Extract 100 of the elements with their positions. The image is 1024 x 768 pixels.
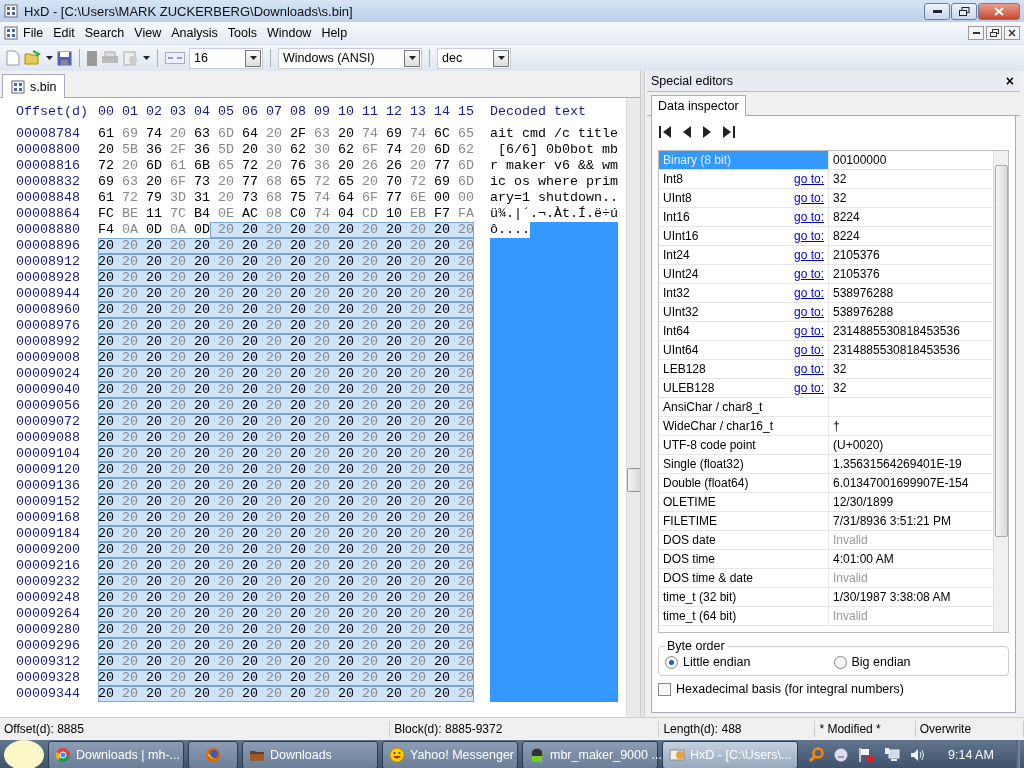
bytes-per-row-dropdown[interactable]: 16 <box>189 47 263 69</box>
hex-bytes: 20 5B 36 2F 36 5D 20 30 62 30 62 6F 74 20 6D 62 <box>98 142 474 158</box>
column-header: 13 <box>409 104 426 121</box>
inspector-row-label[interactable]: UInt8 go to: <box>659 189 829 207</box>
inspector-row-label[interactable]: Int64 go to: <box>659 322 829 340</box>
first-button[interactable] <box>658 124 672 140</box>
inspector-row-label[interactable]: Int16 go to: <box>659 208 829 226</box>
menu-item[interactable]: File <box>18 24 49 42</box>
inspector-row-label[interactable]: DOS time & date <box>659 569 829 587</box>
menu-item[interactable]: Window <box>261 24 317 42</box>
next-button[interactable] <box>702 124 712 140</box>
inspector-row-label[interactable]: DOS date <box>659 531 829 549</box>
restore-button[interactable] <box>986 26 1002 40</box>
go-to-link[interactable]: go to: <box>793 286 828 300</box>
clock[interactable]: 9:14 AM <box>936 748 1006 762</box>
go-to-link[interactable]: go to: <box>793 267 828 281</box>
inspector-value: Invalid <box>832 570 869 587</box>
checkbox[interactable] <box>658 682 671 696</box>
hex-bytes: 20 20 20 20 20 20 20 20 20 20 20 20 20 20 20 20 <box>98 542 474 558</box>
inspector-row-label[interactable]: UTF-8 code point <box>659 436 829 454</box>
restore-button[interactable] <box>951 2 977 20</box>
menu-item[interactable]: Tools <box>222 24 262 42</box>
inspector-row-label[interactable]: time_t (32 bit) <box>659 588 829 606</box>
offset-label: 00008816 <box>15 158 81 174</box>
save-icon[interactable] <box>57 50 72 66</box>
speaker-icon[interactable] <box>910 747 926 763</box>
radio-button[interactable]: Big endian <box>833 655 1002 669</box>
inspector-value: 32 <box>832 190 848 207</box>
radio-icon[interactable] <box>833 655 847 669</box>
go-to-link[interactable]: go to: <box>793 305 828 319</box>
go-to-link[interactable]: go to: <box>793 229 828 243</box>
inspector-row-label[interactable]: Int8 go to: <box>659 170 829 188</box>
go-to-link[interactable]: go to: <box>793 191 828 205</box>
caret-icon <box>497 56 505 60</box>
inspector-row-label[interactable]: FILETIME <box>659 512 829 530</box>
taskbar-button[interactable] <box>188 741 238 768</box>
magnifier-icon[interactable] <box>808 747 824 763</box>
inspector-value: 32 <box>832 361 848 378</box>
inspector-row-label[interactable]: LEB128 go to: <box>659 360 829 378</box>
go-to-link[interactable]: go to: <box>793 381 828 395</box>
inspector-row-label[interactable]: OLETIME <box>659 493 829 511</box>
inspector-row-label[interactable]: ULEB128 go to: <box>659 379 829 397</box>
go-to-link[interactable]: go to: <box>793 248 828 262</box>
close-button[interactable]: × <box>1003 73 1016 89</box>
last-button[interactable] <box>722 124 736 140</box>
panel-tab[interactable]: Data inspector <box>651 95 746 116</box>
menu-item[interactable]: Edit <box>48 24 80 42</box>
flag-icon[interactable] <box>858 747 874 763</box>
start-button[interactable] <box>4 740 44 768</box>
inspector-row-label[interactable]: Int32 go to: <box>659 284 829 302</box>
inspector-row-label[interactable]: Single (float32) <box>659 455 829 473</box>
menu-item[interactable]: Analysis <box>166 24 223 42</box>
inspector-row-label[interactable]: DOS time <box>659 550 829 568</box>
column-header: 11 <box>361 104 378 121</box>
hex-bytes: 20 20 20 20 20 20 20 20 20 20 20 20 20 20 20 20 <box>98 478 474 494</box>
inspector-row-label[interactable]: AnsiChar / char8_t <box>659 398 829 416</box>
status-field: Overwrite <box>915 721 1024 737</box>
inspector-row-label[interactable]: time_t (64 bit) <box>659 607 829 625</box>
offset-base-dropdown[interactable]: dec <box>437 47 511 69</box>
column-header: 15 <box>457 104 474 121</box>
hex-bytes: 61 72 79 3D 31 20 73 68 75 74 64 6F 77 6E 00 00 <box>98 190 474 206</box>
document-tab[interactable]: s.bin <box>2 74 66 98</box>
inspector-row-label[interactable]: UInt24 go to: <box>659 265 829 283</box>
minimize-button[interactable] <box>968 26 984 40</box>
hex-bytes: F4 0A 0D 0A 0D <box>98 222 210 238</box>
smiley-icon[interactable] <box>834 748 848 762</box>
go-to-link[interactable]: go to: <box>793 172 828 186</box>
inspector-row-label[interactable]: Double (float64) <box>659 474 829 492</box>
go-to-link[interactable]: go to: <box>793 343 828 357</box>
inspector-value: † <box>832 418 841 435</box>
hex-bytes: 20 20 20 20 20 20 20 20 20 20 20 20 20 20 20 20 <box>98 318 474 334</box>
menu-item[interactable]: View <box>129 24 167 42</box>
inspector-row-label[interactable]: Int24 go to: <box>659 246 829 264</box>
go-to-link[interactable]: go to: <box>793 324 828 338</box>
hex-bytes: 61 69 74 20 63 6D 64 20 2F 63 20 74 69 74 6C 65 <box>98 126 474 142</box>
go-to-link[interactable]: go to: <box>793 210 828 224</box>
menu-item[interactable]: Search <box>79 24 130 42</box>
go-to-link[interactable]: go to: <box>793 362 828 376</box>
minimize-button[interactable] <box>924 2 950 20</box>
inspector-value: (U+0020) <box>832 437 885 454</box>
radio-icon[interactable] <box>665 655 678 669</box>
radio-button[interactable]: Little endian <box>665 655 834 669</box>
close-button[interactable] <box>1004 26 1020 40</box>
hex-bytes: 20 20 20 20 20 20 20 20 20 20 20 20 20 20 20 20 <box>98 510 474 526</box>
network-icon[interactable] <box>884 747 900 763</box>
scrollbar[interactable] <box>626 98 640 717</box>
inspector-row-label[interactable]: WideChar / char16_t <box>659 417 829 435</box>
charset-dropdown[interactable]: Windows (ANSI) <box>278 47 422 69</box>
menu-item[interactable]: Help <box>316 24 353 42</box>
inspector-value: 538976288 <box>832 304 895 321</box>
page-icon[interactable] <box>87 50 97 66</box>
caret-icon <box>408 56 416 60</box>
previous-button[interactable] <box>682 124 692 140</box>
column-header: 00 <box>98 104 114 121</box>
open-folder-icon[interactable] <box>24 50 42 66</box>
inspector-row-label[interactable]: UInt64 go to: <box>659 341 829 359</box>
inspector-row-label[interactable]: UInt16 go to: <box>659 227 829 245</box>
scrollbar[interactable] <box>993 151 1008 632</box>
offset-label: 00008912 <box>15 254 81 270</box>
inspector-row-label[interactable]: UInt32 go to: <box>659 303 829 321</box>
